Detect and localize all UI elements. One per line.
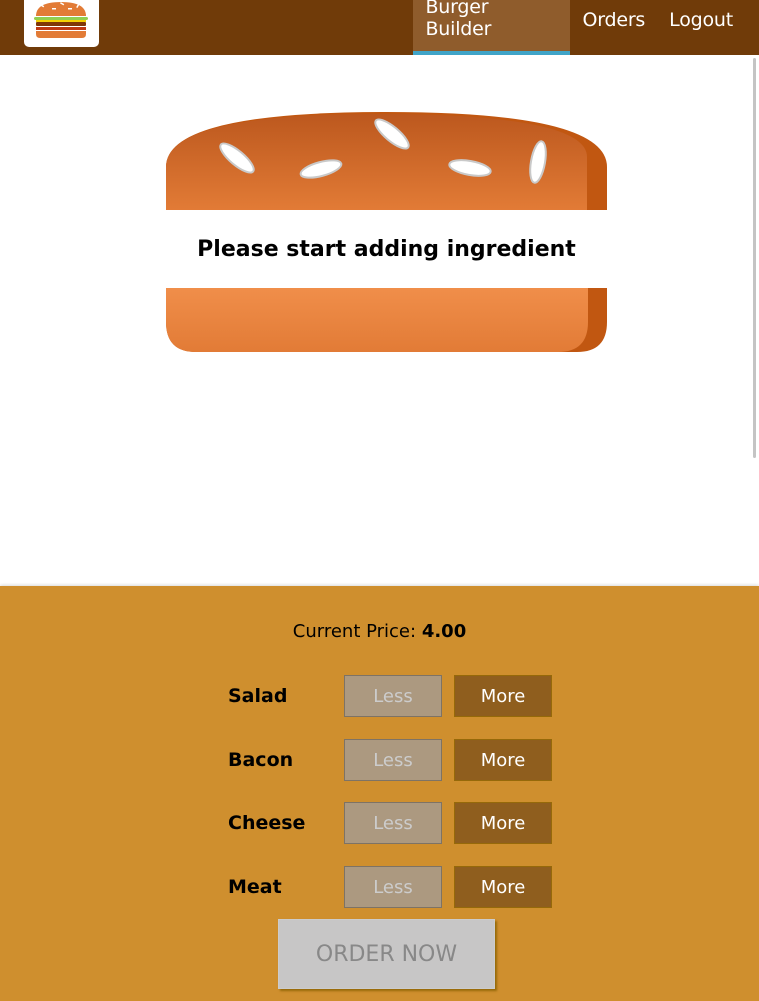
price-label: Current Price: (292, 621, 417, 642)
cheese-more-button[interactable]: More (454, 802, 552, 844)
bacon-more-button[interactable]: More (454, 739, 552, 781)
nav-orders[interactable]: Orders (570, 0, 657, 55)
salad-more-button[interactable]: More (454, 675, 552, 717)
ingredient-label: Bacon (228, 749, 294, 771)
ingredient-label: Salad (228, 685, 288, 707)
bread-bottom (166, 288, 607, 352)
control-bacon: Bacon Less More (228, 739, 558, 781)
burger-preview: Please start adding ingredient (166, 112, 607, 352)
navigation: Burger Builder Orders Logout (413, 0, 745, 55)
bacon-less-button[interactable]: Less (344, 739, 442, 781)
bread-top (166, 112, 607, 210)
toolbar: Burger Builder Orders Logout (0, 0, 759, 55)
ingredient-label: Cheese (228, 812, 306, 834)
control-meat: Meat Less More (228, 866, 558, 908)
cheese-less-button[interactable]: Less (344, 802, 442, 844)
burger-logo-icon (34, 2, 88, 38)
ingredient-label: Meat (228, 876, 282, 898)
meat-more-button[interactable]: More (454, 866, 552, 908)
nav-logout-label: Logout (669, 8, 733, 31)
control-salad: Salad Less More (228, 675, 558, 717)
burger-empty-message: Please start adding ingredient (197, 236, 576, 262)
order-now-button[interactable]: ORDER NOW (278, 919, 495, 989)
burger-logo[interactable] (24, 0, 99, 47)
control-cheese: Cheese Less More (228, 802, 558, 844)
nav-orders-label: Orders (582, 8, 646, 31)
nav-burger-builder-label: Burger Builder (425, 0, 492, 40)
current-price: Current Price: 4.00 (0, 621, 759, 642)
salad-less-button[interactable]: Less (344, 675, 442, 717)
nav-logout[interactable]: Logout (657, 0, 745, 55)
scrollbar[interactable] (753, 58, 756, 458)
nav-burger-builder[interactable]: Burger Builder (413, 0, 571, 55)
build-controls: Current Price: 4.00 Salad Less More Baco… (0, 586, 759, 1001)
price-value: 4.00 (421, 621, 467, 642)
meat-less-button[interactable]: Less (344, 866, 442, 908)
